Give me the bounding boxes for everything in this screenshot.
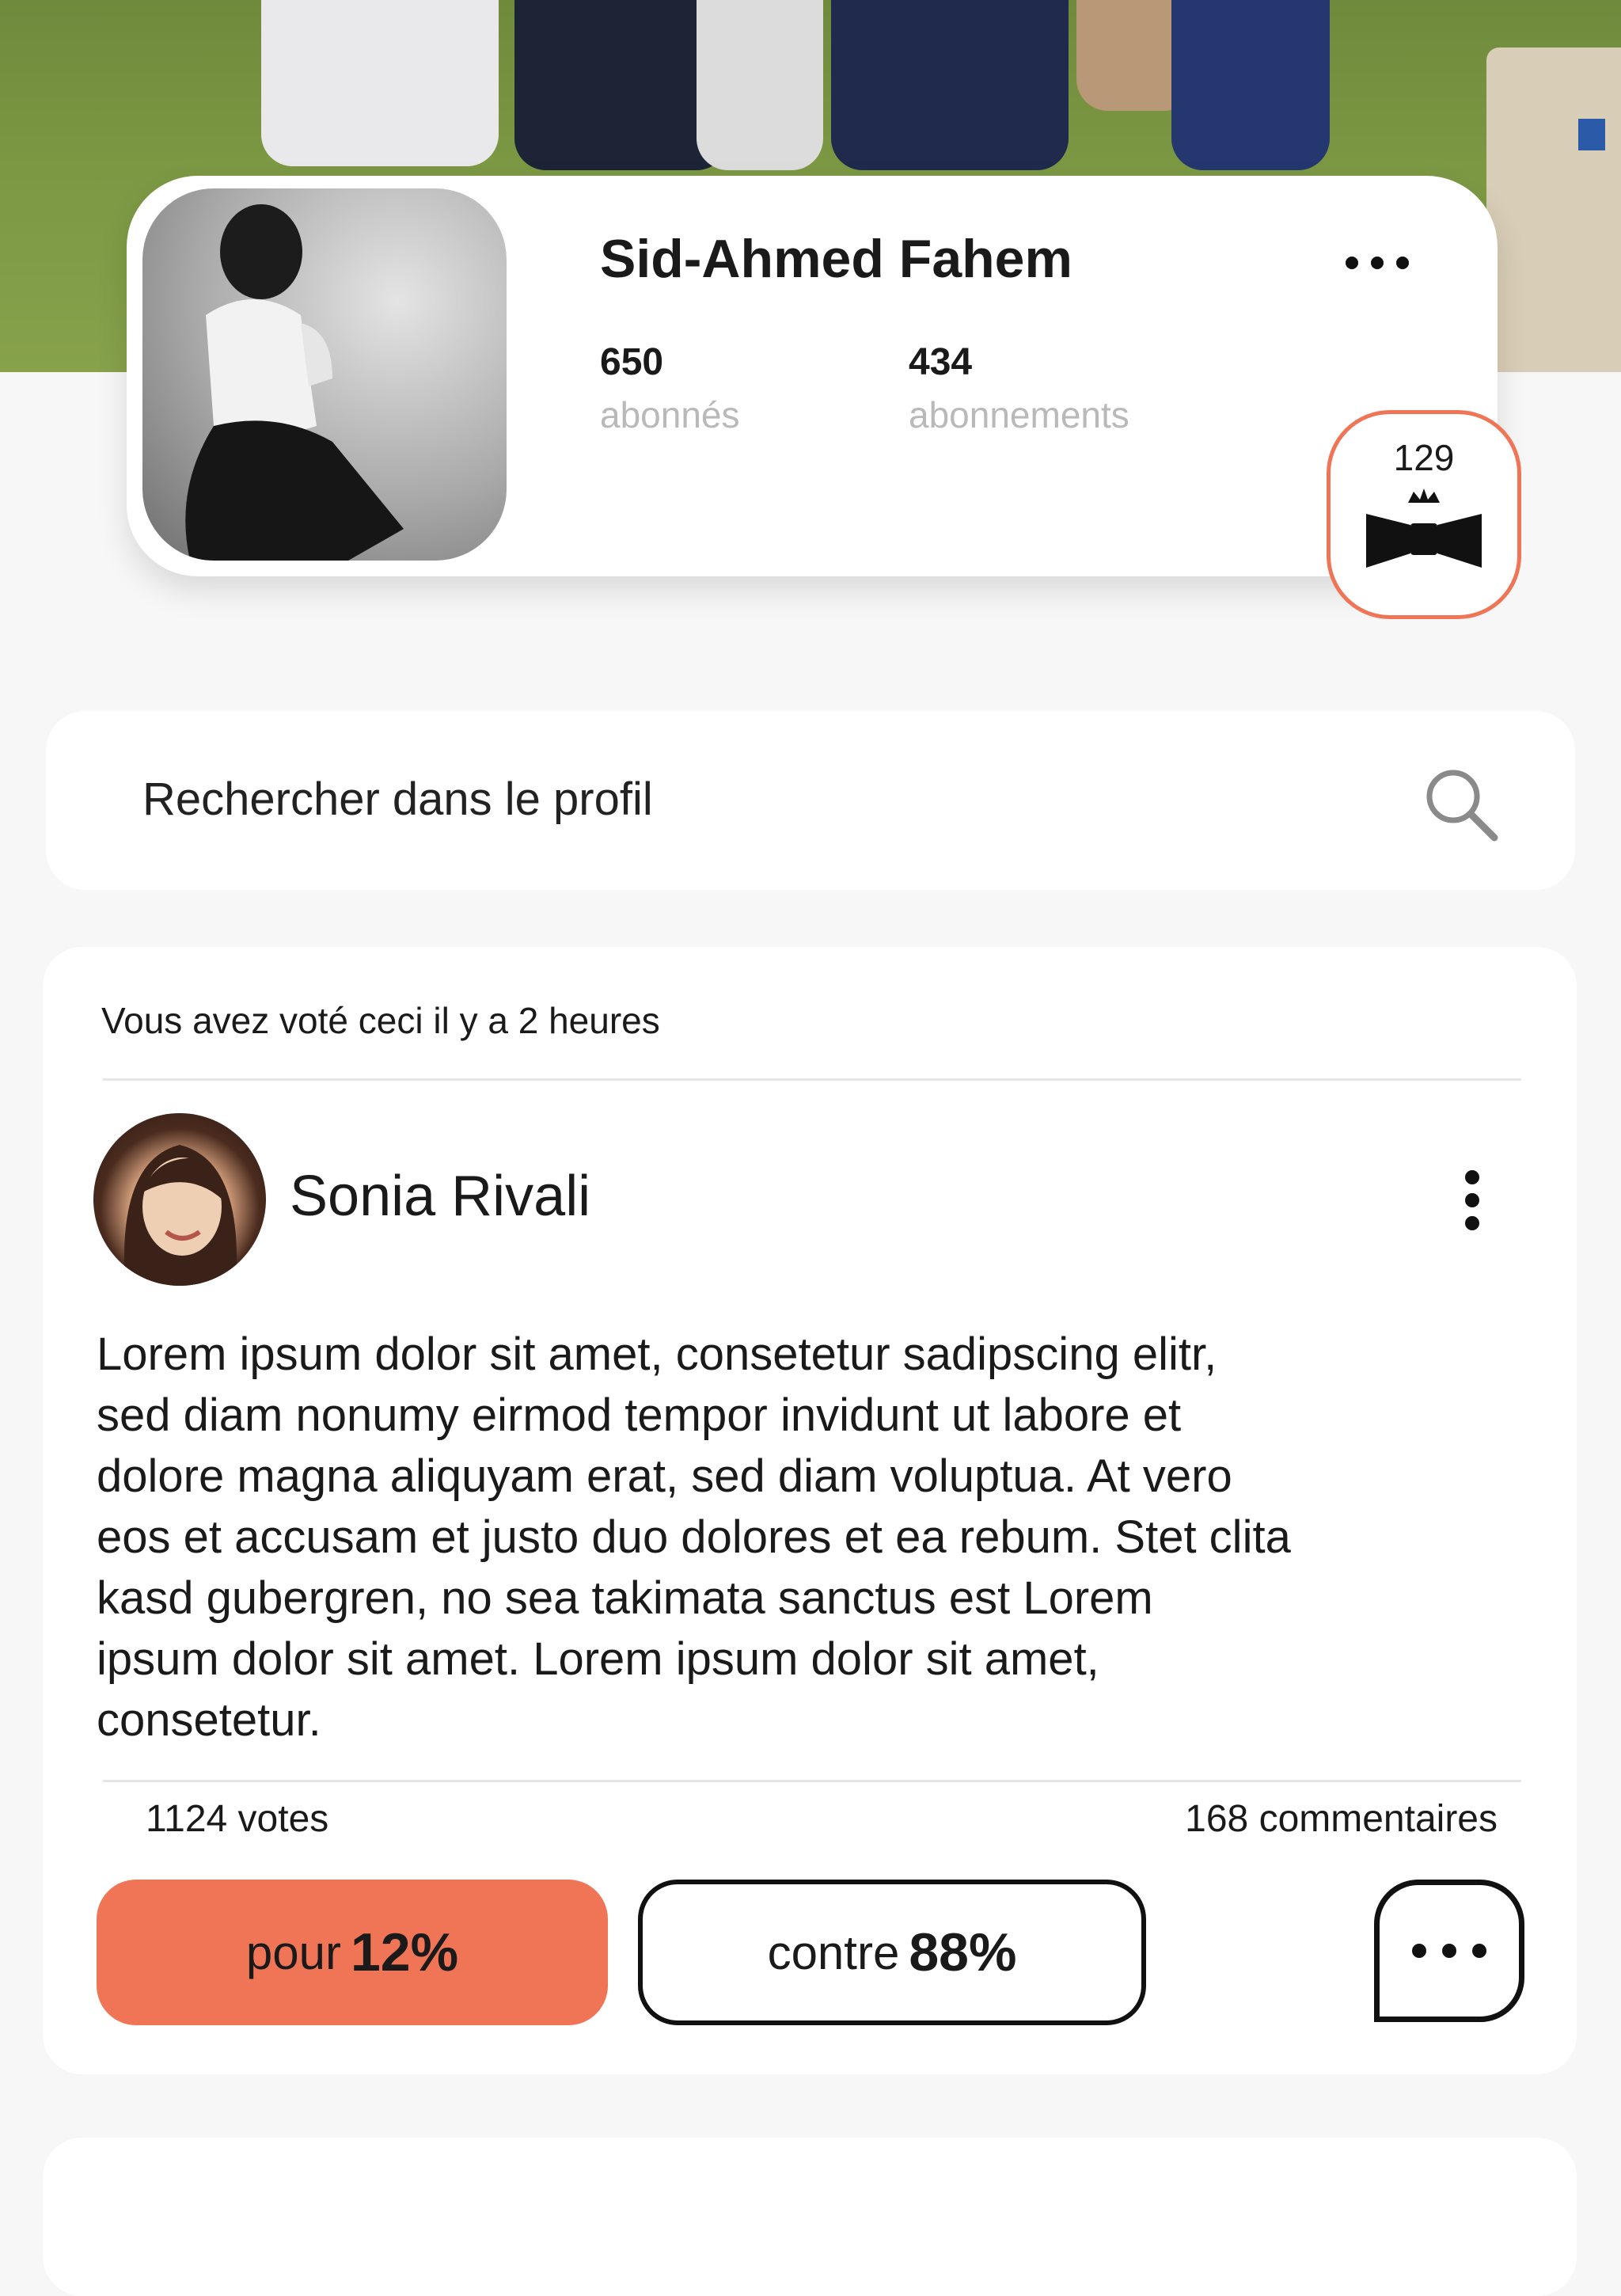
votes-count[interactable]: 1124 votes xyxy=(146,1797,328,1841)
cover-figure xyxy=(697,0,823,170)
author-avatar-face xyxy=(123,1145,237,1286)
post-body: Lorem ipsum dolor sit amet, consetetur s… xyxy=(97,1329,1291,1746)
cover-figure xyxy=(1171,0,1330,170)
rank-badge[interactable]: 129 xyxy=(1327,410,1521,619)
contre-percent: 88% xyxy=(909,1922,1017,1982)
cover-figure xyxy=(831,0,1069,170)
following-label: abonnements xyxy=(909,394,1129,435)
contre-label: contre xyxy=(767,1925,900,1979)
divider xyxy=(103,1078,1521,1081)
comments-count[interactable]: 168 commentaires xyxy=(1185,1797,1498,1841)
more-vertical-icon[interactable] xyxy=(1463,1170,1482,1230)
more-horizontal-icon[interactable] xyxy=(1346,247,1409,279)
search-icon[interactable] xyxy=(1422,765,1501,844)
cover-figure xyxy=(261,0,499,166)
profile-search-bar xyxy=(46,711,1575,890)
voted-notice: Vous avez voté ceci il y a 2 heures xyxy=(101,1000,660,1041)
next-post-card xyxy=(43,2138,1577,2296)
following-stat[interactable]: 434 abonnements xyxy=(909,340,1129,436)
vote-pour-button[interactable]: pour 12% xyxy=(97,1880,608,2025)
comment-bubble-icon[interactable] xyxy=(1374,1880,1524,2022)
search-input[interactable] xyxy=(141,758,1331,839)
profile-avatar-silhouette xyxy=(185,204,404,561)
cover-curb xyxy=(1486,48,1621,372)
author-avatar[interactable] xyxy=(93,1113,266,1286)
pour-percent: 12% xyxy=(350,1922,459,1982)
followers-stat[interactable]: 650 abonnés xyxy=(600,340,740,436)
pour-label: pour xyxy=(245,1925,341,1979)
profile-avatar[interactable] xyxy=(142,188,507,561)
badge-count: 129 xyxy=(1393,437,1455,478)
crown-bowtie-icon xyxy=(1366,488,1482,568)
divider xyxy=(103,1780,1521,1782)
following-count: 434 xyxy=(909,341,973,383)
followers-label: abonnés xyxy=(600,394,740,435)
vote-contre-button[interactable]: contre 88% xyxy=(638,1880,1146,2025)
cover-sign xyxy=(1578,119,1605,150)
followers-count: 650 xyxy=(600,341,664,383)
author-name[interactable]: Sonia Rivali xyxy=(290,1164,590,1229)
profile-name: Sid-Ahmed Fahem xyxy=(600,229,1072,289)
